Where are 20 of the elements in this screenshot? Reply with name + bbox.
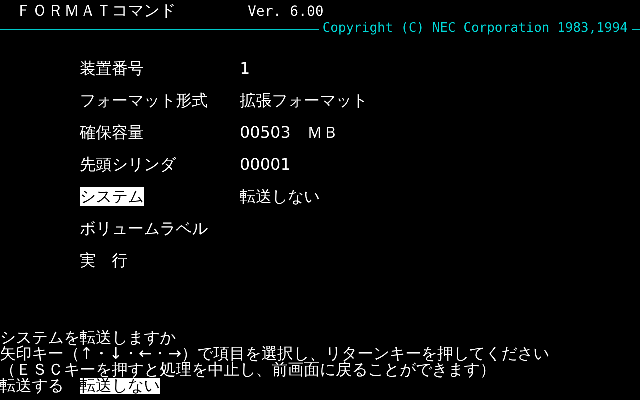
- setting-label[interactable]: システム: [80, 187, 144, 206]
- setting-value: 00503 ＭＢ: [240, 125, 339, 141]
- setting-value: 転送しない: [240, 189, 320, 205]
- setting-label[interactable]: ボリュームラベル: [80, 219, 208, 238]
- prompt-question: システムを転送しますか: [0, 330, 177, 346]
- setting-label[interactable]: 装置番号: [80, 59, 144, 78]
- help-text: （ＥＳＣキーを押すと処理を中止し、前画面に戻ることができます）: [0, 362, 496, 378]
- setting-value: 1: [240, 61, 250, 77]
- window-title: ＦＯＲＭＡＴコマンド: [16, 2, 177, 20]
- option-item[interactable]: 転送する: [0, 378, 64, 394]
- version-text: Ver. 6.00: [248, 4, 324, 20]
- setting-label[interactable]: 確保容量: [80, 123, 144, 142]
- setting-label[interactable]: フォーマット形式: [80, 91, 208, 110]
- copyright-text: Copyright (C) NEC Corporation 1983,1994: [322, 21, 629, 37]
- setting-label[interactable]: 先頭シリンダ: [80, 155, 176, 174]
- help-text: 矢印キー（↑・↓・←・→）で項目を選択し、リターンキーを押してください: [0, 346, 551, 362]
- option-item[interactable]: 転送しない: [80, 378, 160, 394]
- setting-value: 00001: [240, 157, 291, 173]
- setting-label[interactable]: 実 行: [80, 251, 128, 270]
- setting-value: 拡張フォーマット: [240, 93, 368, 109]
